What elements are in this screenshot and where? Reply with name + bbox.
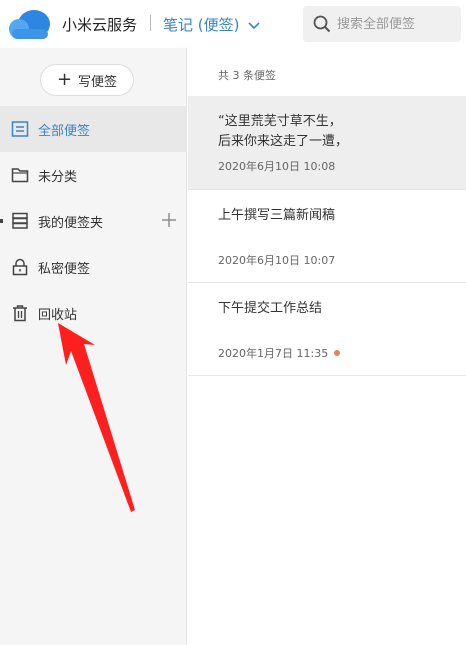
note-count: 共 3 条便签 [218, 69, 276, 82]
sidebar-item-my-folders[interactable]: 我的便签夹 [0, 198, 187, 244]
header: 小米云服务 笔记 (便签) [0, 0, 466, 48]
note-time-text: 2020年6月10日 10:07 [218, 254, 336, 267]
add-folder-icon[interactable] [159, 210, 179, 230]
note-timestamp: 2020年6月10日 10:07 [218, 252, 335, 268]
sidebar-item-private-notes[interactable]: 私密便签 [0, 244, 187, 290]
note-timestamp: 2020年1月7日 11:35 [218, 345, 341, 361]
note-time-text: 2020年6月10日 10:08 [218, 160, 336, 173]
notes-app-label: 笔记 (便签) [163, 16, 240, 34]
search-box[interactable] [303, 6, 461, 42]
note-preview: 上午撰写三篇新闻稿 [218, 208, 336, 223]
all-notes-icon [11, 121, 29, 137]
note-item[interactable]: “这里荒芜寸草不生， 后来你来这走了一遭， 2020年6月10日 10:08 [188, 96, 466, 190]
lock-icon [12, 258, 28, 276]
trash-icon [13, 305, 27, 322]
sidebar: + 写便签 全部便签 未分类 我的便签夹 私密便签 回收站 [0, 48, 187, 645]
write-note-button[interactable]: + 写便签 [40, 64, 134, 96]
expand-marker[interactable] [0, 219, 3, 223]
sidebar-item-label: 私密便签 [38, 261, 91, 277]
note-preview: “这里荒芜寸草不生， 后来你来这走了一遭， [218, 114, 349, 149]
cloud-logo-icon[interactable] [4, 8, 54, 40]
search-input[interactable] [337, 14, 455, 34]
search-icon [313, 15, 331, 33]
note-item[interactable]: 上午撰写三篇新闻稿 2020年6月10日 10:07 [188, 190, 466, 283]
sidebar-item-label: 全部便签 [38, 123, 91, 139]
note-time-text: 2020年1月7日 11:35 [218, 347, 329, 360]
sidebar-item-label: 我的便签夹 [38, 215, 104, 231]
sidebar-item-uncategorized[interactable]: 未分类 [0, 152, 187, 198]
chevron-down-icon [248, 21, 261, 29]
note-preview: 下午提交工作总结 [218, 301, 323, 316]
unsynced-dot-icon [334, 350, 341, 356]
sidebar-item-all-notes[interactable]: 全部便签 [0, 106, 187, 152]
note-timestamp: 2020年6月10日 10:08 [218, 158, 335, 174]
sidebar-nav: 全部便签 未分类 我的便签夹 私密便签 回收站 [0, 106, 187, 336]
folders-icon [12, 212, 28, 229]
sidebar-item-label: 回收站 [38, 307, 78, 323]
header-divider [150, 15, 151, 31]
note-item[interactable]: 下午提交工作总结 2020年1月7日 11:35 [188, 283, 466, 376]
write-note-label: 写便签 [78, 74, 118, 90]
sidebar-item-label: 未分类 [38, 169, 78, 185]
brand-title: 小米云服务 [62, 16, 138, 34]
notes-app-switcher[interactable]: 笔记 (便签) [163, 14, 261, 35]
folder-icon [11, 168, 29, 183]
note-list: 共 3 条便签 “这里荒芜寸草不生， 后来你来这走了一遭， 2020年6月10日… [188, 48, 466, 645]
sidebar-item-trash[interactable]: 回收站 [0, 290, 187, 336]
plus-icon: + [56, 69, 73, 90]
